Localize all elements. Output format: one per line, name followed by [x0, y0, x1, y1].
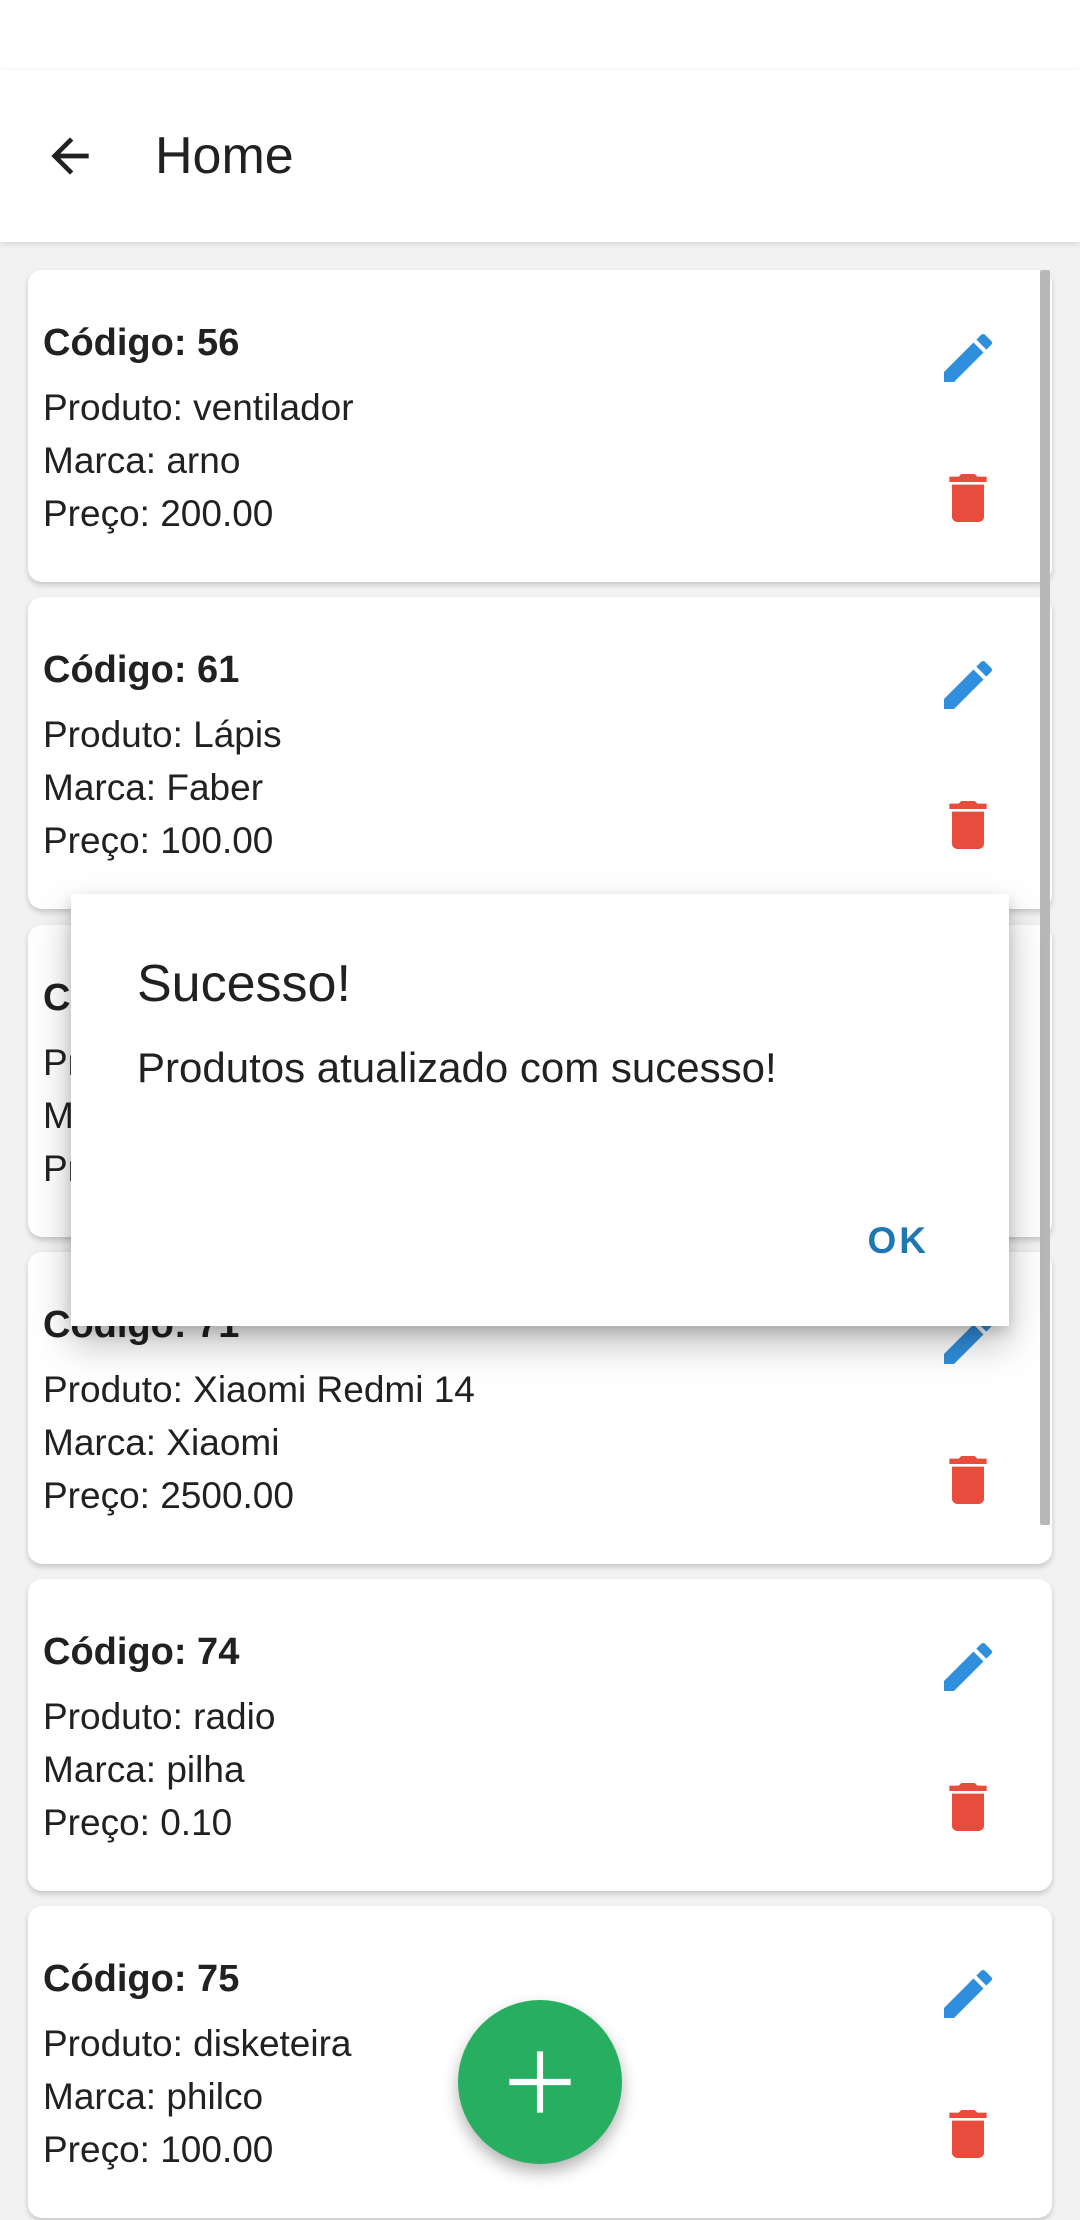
success-dialog: Sucesso! Produtos atualizado com sucesso…: [71, 894, 1009, 1326]
product-brand: Marca: Xiaomi: [43, 1422, 280, 1463]
product-card: Código: 74 Produto: radio Marca: pilha P…: [28, 1579, 1052, 1891]
product-price: Preço: 200.00: [43, 493, 274, 534]
product-code: Código: 74: [43, 1631, 240, 1673]
back-button[interactable]: [38, 124, 102, 188]
ok-button[interactable]: OK: [868, 1220, 930, 1262]
product-name: Produto: disketeira: [43, 2023, 352, 2064]
product-price: Preço: 100.00: [43, 2129, 274, 2170]
dialog-message: Produtos atualizado com sucesso!: [137, 1044, 777, 1091]
product-price: Preço: 2500.00: [43, 1475, 294, 1516]
product-brand: M: [43, 1095, 74, 1136]
status-bar: [0, 0, 1080, 70]
trash-icon: [949, 474, 987, 522]
product-name: Produto: ventilador: [43, 387, 354, 428]
page-title: Home: [155, 127, 294, 185]
edit-button[interactable]: [936, 1635, 1000, 1699]
pencil-icon: [944, 333, 993, 382]
trash-icon: [949, 2110, 987, 2158]
product-price: Preço: 100.00: [43, 820, 274, 861]
edit-button[interactable]: [936, 326, 1000, 390]
pencil-icon: [944, 660, 993, 709]
arrow-back-icon: [51, 137, 89, 175]
app-bar: Home: [0, 70, 1080, 242]
trash-icon: [949, 1783, 987, 1831]
delete-button[interactable]: [936, 793, 1000, 857]
trash-icon: [949, 1456, 987, 1504]
product-card: Código: 61 Produto: Lápis Marca: Faber P…: [28, 597, 1052, 909]
edit-button[interactable]: [936, 1962, 1000, 2026]
product-name: Produto: Xiaomi Redmi 14: [43, 1369, 475, 1410]
product-code: Código: 56: [43, 322, 240, 364]
product-name: Produto: radio: [43, 1696, 276, 1737]
product-brand: Marca: philco: [43, 2076, 264, 2117]
product-card: Código: 56 Produto: ventilador Marca: ar…: [28, 270, 1052, 582]
product-name: Produto: Lápis: [43, 714, 282, 755]
dialog-title: Sucesso!: [137, 955, 351, 1013]
delete-button[interactable]: [936, 1775, 1000, 1839]
pencil-icon: [944, 1969, 993, 2018]
edit-button[interactable]: [936, 653, 1000, 717]
add-product-button[interactable]: [458, 2000, 622, 2164]
product-code: Código: 61: [43, 649, 240, 691]
product-brand: Marca: pilha: [43, 1749, 245, 1790]
trash-icon: [949, 801, 987, 849]
delete-button[interactable]: [936, 2102, 1000, 2166]
product-brand: Marca: Faber: [43, 767, 264, 808]
plus-icon: [509, 2051, 571, 2113]
product-code: Código: 75: [43, 1958, 240, 2000]
scrollbar[interactable]: [1040, 270, 1050, 1525]
delete-button[interactable]: [936, 1448, 1000, 1512]
product-brand: Marca: arno: [43, 440, 241, 481]
delete-button[interactable]: [936, 466, 1000, 530]
pencil-icon: [944, 1642, 993, 1691]
product-price: Preço: 0.10: [43, 1802, 233, 1843]
